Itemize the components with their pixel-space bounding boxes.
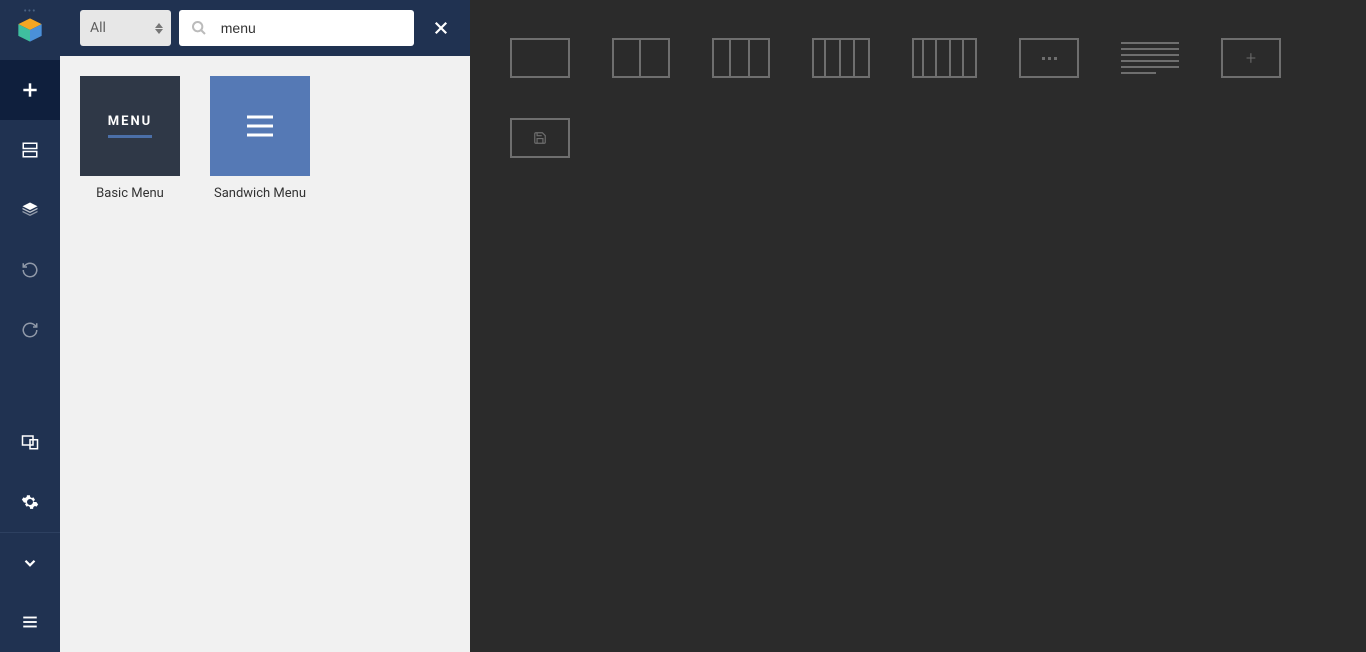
nav-menu-button[interactable]: [0, 592, 60, 652]
basic-menu-thumb-text: MENU: [108, 114, 152, 129]
panel-header: All: [60, 0, 470, 56]
nav-responsive-button[interactable]: [0, 412, 60, 472]
layout-3col[interactable]: [712, 38, 770, 78]
close-icon: [432, 19, 450, 37]
layout-2col[interactable]: [612, 38, 670, 78]
vc-logo-icon: [16, 16, 44, 44]
devices-icon: [21, 433, 39, 451]
layout-4col[interactable]: [812, 38, 870, 78]
nav-settings-button[interactable]: [0, 472, 60, 532]
layout-custom[interactable]: [1019, 38, 1079, 78]
undo-icon: [21, 261, 39, 279]
layout-save-template[interactable]: [510, 118, 570, 158]
element-label: Basic Menu: [96, 186, 164, 201]
element-sandwich-menu[interactable]: Sandwich Menu: [210, 76, 310, 632]
canvas[interactable]: +: [470, 0, 1366, 652]
chevron-down-icon: [21, 554, 39, 572]
hamburger-icon: [245, 114, 275, 138]
gear-icon: [21, 493, 39, 511]
layout-text-block[interactable]: [1121, 38, 1179, 78]
logo[interactable]: •••: [0, 0, 60, 60]
layers-icon: [21, 201, 39, 219]
sort-icon: [155, 23, 163, 34]
add-element-button[interactable]: [0, 60, 60, 120]
add-element-panel: All MENU Basic Menu Sandwich Menu: [60, 0, 470, 652]
element-basic-menu[interactable]: MENU Basic Menu: [80, 76, 180, 632]
redo-button[interactable]: [0, 300, 60, 360]
element-label: Sandwich Menu: [214, 186, 306, 201]
redo-icon: [21, 321, 39, 339]
search-box: [179, 10, 414, 46]
kebab-icon: •••: [23, 6, 36, 17]
vertical-navbar: •••: [0, 0, 60, 652]
sandwich-menu-thumb: [210, 76, 310, 176]
panel-body: MENU Basic Menu Sandwich Menu: [60, 56, 470, 652]
layout-1col[interactable]: [510, 38, 570, 78]
nav-template-button[interactable]: [0, 120, 60, 180]
nav-publish-button[interactable]: [0, 532, 60, 592]
save-icon: [533, 131, 547, 145]
basic-menu-thumb: MENU: [80, 76, 180, 176]
category-label: All: [90, 20, 106, 36]
nav-layers-button[interactable]: [0, 180, 60, 240]
close-panel-button[interactable]: [422, 8, 460, 48]
layout-add[interactable]: +: [1221, 38, 1281, 78]
search-input[interactable]: [221, 20, 402, 36]
template-icon: [21, 141, 39, 159]
search-icon: [191, 20, 207, 36]
hamburger-icon: [21, 613, 39, 631]
layout-5col[interactable]: [912, 38, 977, 78]
plus-icon: [20, 80, 40, 100]
undo-button[interactable]: [0, 240, 60, 300]
category-select[interactable]: All: [80, 10, 171, 46]
